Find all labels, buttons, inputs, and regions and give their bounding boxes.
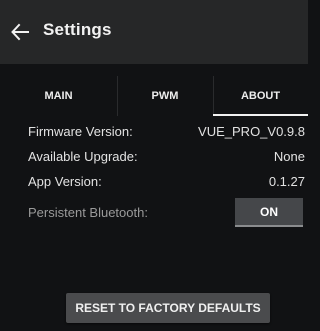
app-bar: Settings [0,0,308,64]
available-upgrade-label: Available Upgrade: [28,149,138,164]
app-version-label: App Version: [28,174,102,189]
persistent-bluetooth-label: Persistent Bluetooth: [28,205,148,220]
tab-bar: MAIN PWM ABOUT [0,76,308,116]
app-version-value: 0.1.27 [268,174,305,189]
tab-main[interactable]: MAIN [0,76,117,116]
page-title: Settings [43,20,112,39]
firmware-version-value: VUE_PRO_V0.9.8 [198,124,305,139]
available-upgrade-value: None [273,149,305,164]
tab-about[interactable]: ABOUT [213,76,308,116]
tab-selected-indicator [213,114,308,116]
reset-factory-defaults-button[interactable]: RESET TO FACTORY DEFAULTS [66,293,270,323]
persistent-bluetooth-toggle[interactable]: ON [235,198,303,226]
firmware-version-label: Firmware Version: [28,124,133,139]
app-version-row: App Version: 0.1.27 [0,170,308,194]
persistent-bluetooth-row: Persistent Bluetooth: ON [0,198,308,227]
available-upgrade-row: Available Upgrade: None [0,145,308,169]
arrow-left-icon[interactable] [9,21,31,43]
firmware-version-row: Firmware Version: VUE_PRO_V0.9.8 [0,120,308,144]
toggle-underline [235,225,303,227]
tab-pwm[interactable]: PWM [117,76,213,116]
